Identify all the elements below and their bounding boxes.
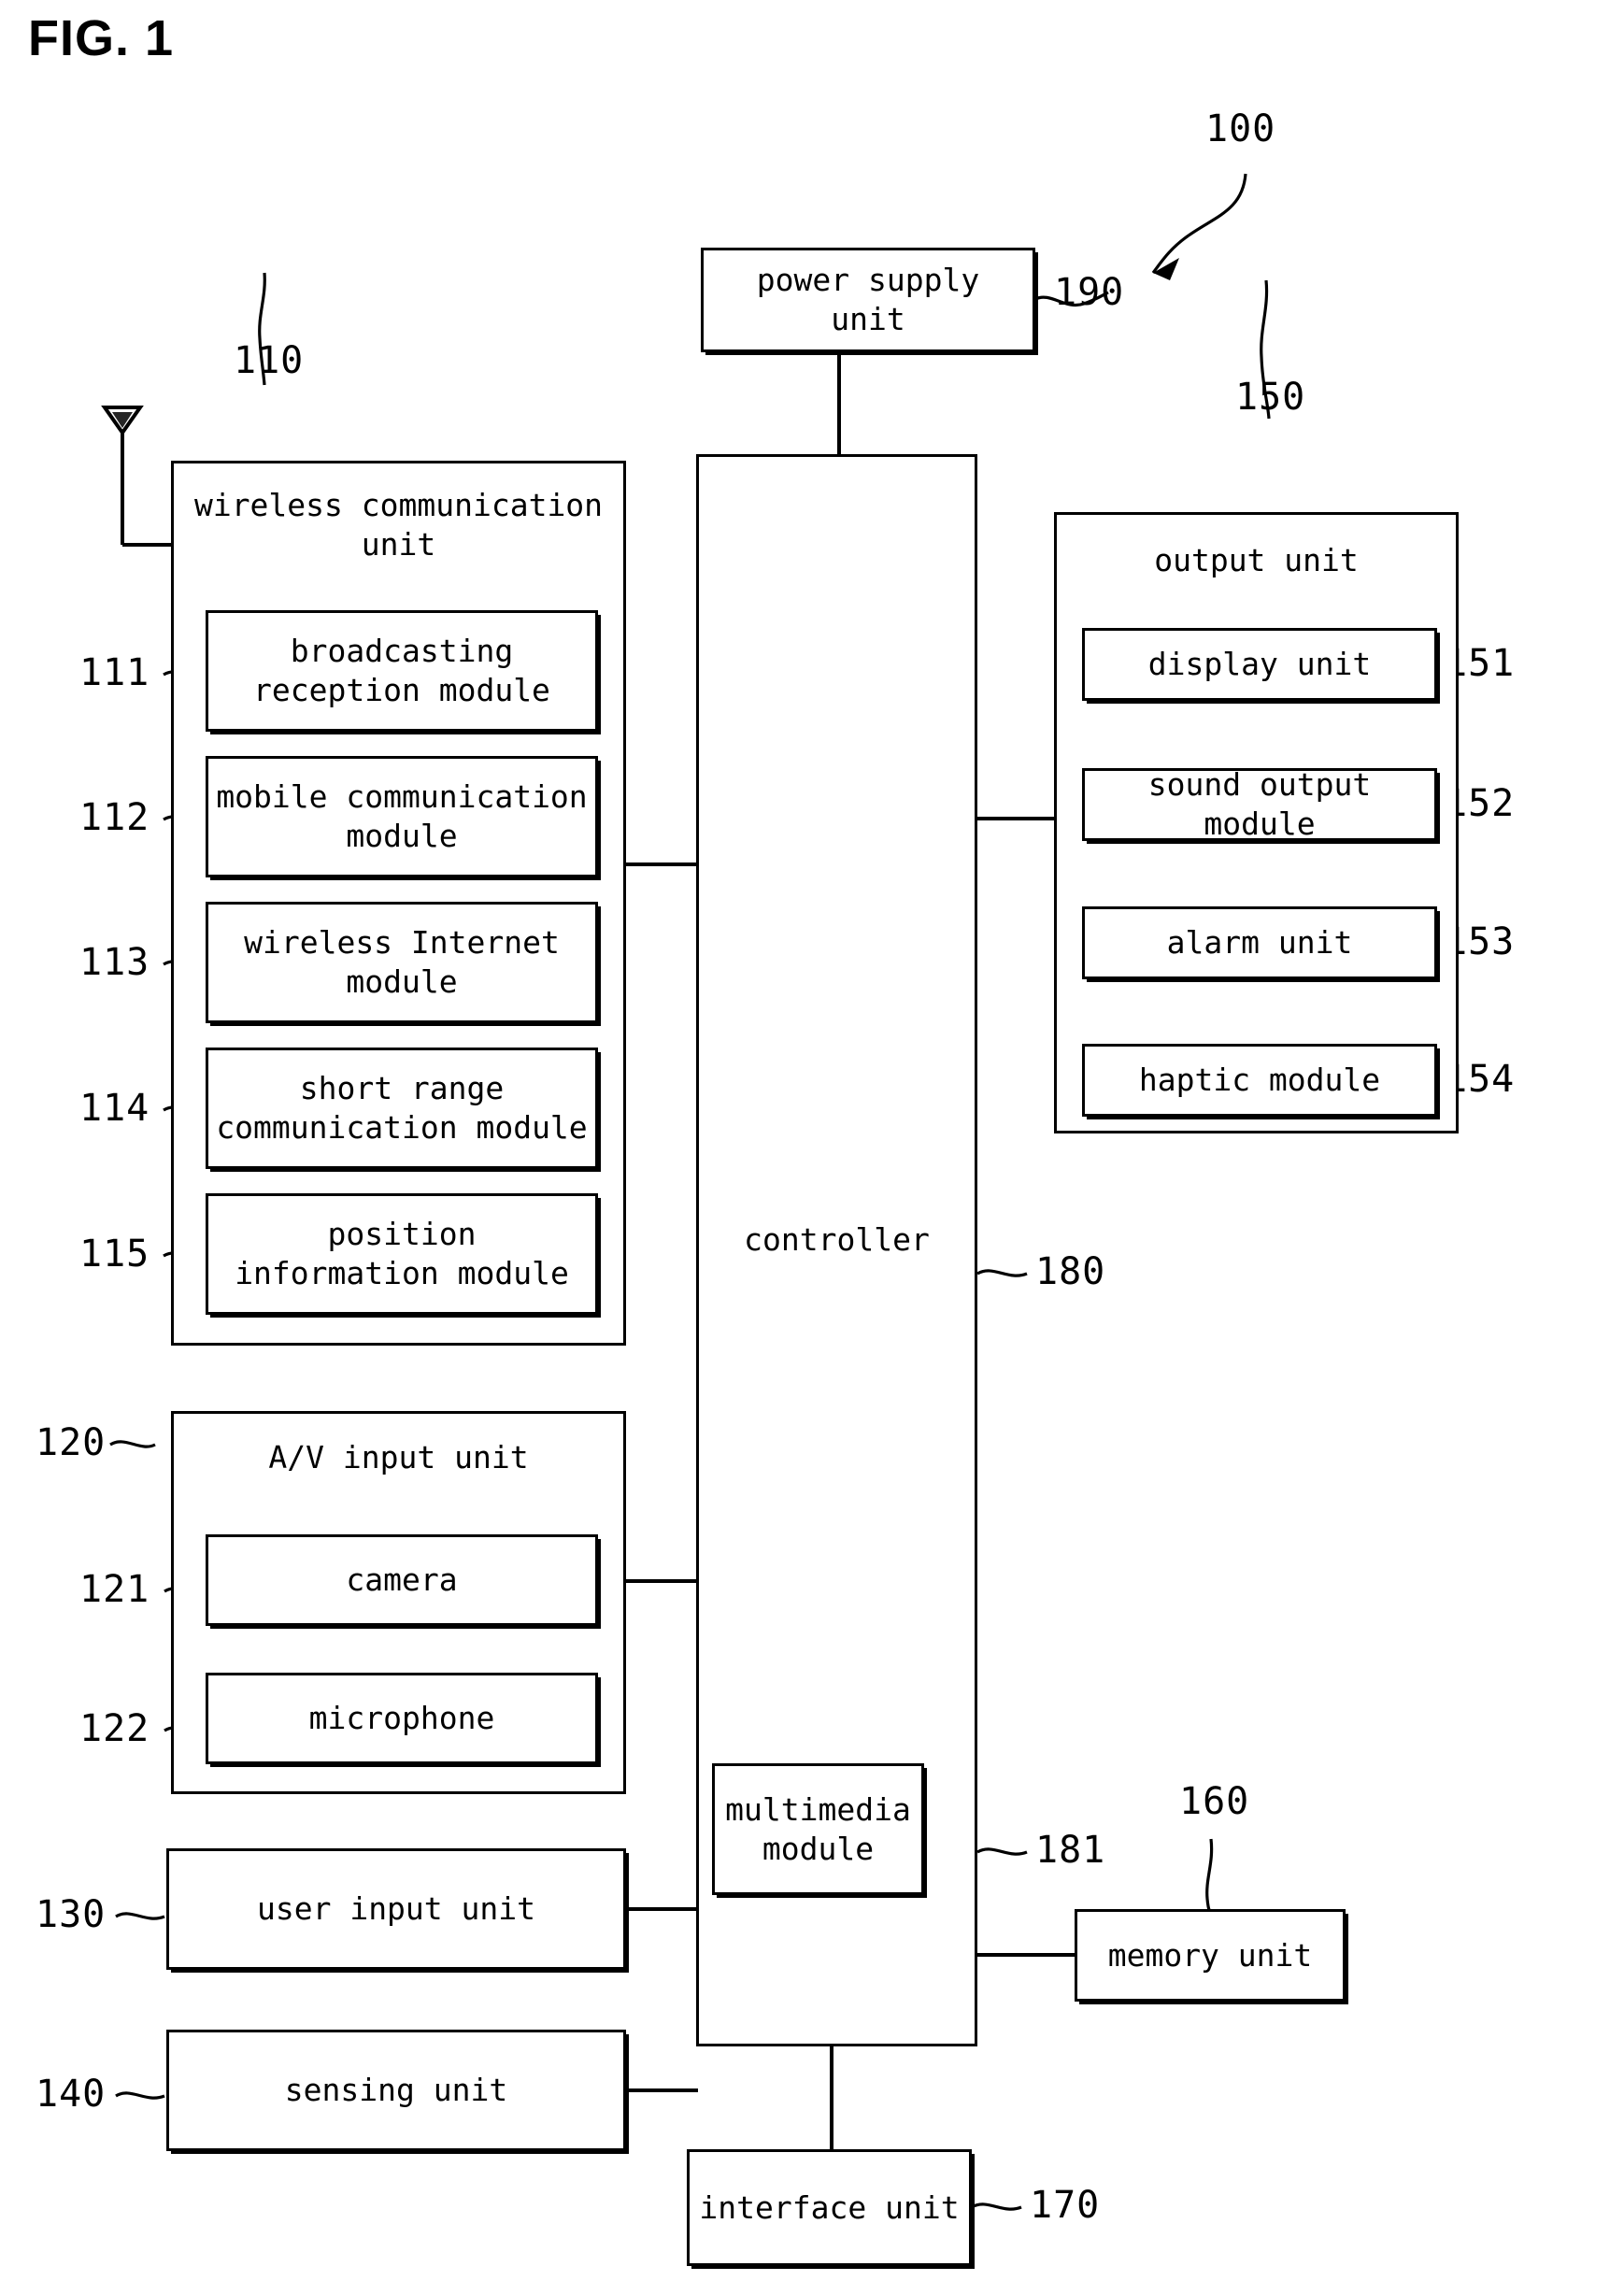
interface-unit-label: interface unit <box>699 2188 960 2226</box>
mobile-communication-module-block[interactable]: mobile communication module <box>206 756 598 877</box>
haptic-module-block[interactable]: haptic module <box>1082 1044 1437 1117</box>
position-information-module-label: position information module <box>235 1216 569 1291</box>
ref-115: 115 <box>79 1233 150 1276</box>
memory-unit-label: memory unit <box>1107 1936 1313 1974</box>
multimedia-module-label: multimedia module <box>725 1790 911 1867</box>
ref-121: 121 <box>79 1568 150 1611</box>
broadcasting-reception-module-label: broadcasting reception module <box>253 633 550 708</box>
display-unit-label: display unit <box>1147 646 1372 682</box>
user-input-unit-block[interactable]: user input unit <box>166 1848 626 1970</box>
mobile-communication-module-label: mobile communication module <box>216 778 588 854</box>
ref-181: 181 <box>1035 1829 1106 1872</box>
display-unit-block[interactable]: display unit <box>1082 628 1437 701</box>
user-input-unit-label: user input unit <box>256 1890 535 1927</box>
ref-120: 120 <box>36 1421 107 1464</box>
sound-output-module-block[interactable]: sound output module <box>1082 766 1437 842</box>
ref-160: 160 <box>1179 1780 1250 1823</box>
ref-170: 170 <box>1030 2184 1101 2227</box>
ref-150: 150 <box>1235 376 1306 419</box>
output-unit-label: output unit <box>1154 542 1359 578</box>
alarm-unit-block[interactable]: alarm unit <box>1082 906 1437 979</box>
ref-122: 122 <box>79 1707 150 1750</box>
broadcasting-reception-module-block[interactable]: broadcasting reception module <box>206 610 598 732</box>
figure-title: FIG. 1 <box>28 10 175 66</box>
microphone-label: microphone <box>308 1700 495 1736</box>
ref-113: 113 <box>79 941 150 984</box>
short-range-communication-module-label: short range communication module <box>216 1070 588 1146</box>
power-supply-unit-block[interactable]: power supply unit <box>701 248 1035 352</box>
ref-114: 114 <box>79 1087 150 1130</box>
power-supply-unit-label: power supply unit <box>756 262 980 337</box>
short-range-communication-module-block[interactable]: short range communication module <box>206 1048 598 1169</box>
microphone-block[interactable]: microphone <box>206 1673 598 1764</box>
wireless-communication-unit-label: wireless communication unit <box>193 487 604 563</box>
multimedia-module-block[interactable]: multimedia module <box>712 1763 924 1895</box>
ref-180: 180 <box>1035 1250 1106 1293</box>
ref-100: 100 <box>1205 107 1276 150</box>
alarm-unit-label: alarm unit <box>1166 924 1353 961</box>
ref-111: 111 <box>79 651 150 694</box>
ref-130: 130 <box>36 1893 107 1936</box>
ref-190: 190 <box>1054 271 1125 314</box>
position-information-module-block[interactable]: position information module <box>206 1193 598 1315</box>
ref-110: 110 <box>234 339 305 382</box>
wireless-internet-module-block[interactable]: wireless Internet module <box>206 902 598 1023</box>
sensing-unit-block[interactable]: sensing unit <box>166 2030 626 2151</box>
sound-output-module-label: sound output module <box>1147 766 1372 842</box>
ref-112: 112 <box>79 796 150 839</box>
haptic-module-label: haptic module <box>1138 1062 1381 1098</box>
interface-unit-block[interactable]: interface unit <box>687 2149 972 2266</box>
sensing-unit-label: sensing unit <box>284 2072 508 2108</box>
memory-unit-block[interactable]: memory unit <box>1075 1909 1346 2002</box>
antenna-icon <box>101 406 144 436</box>
ref-140: 140 <box>36 2073 107 2116</box>
figure-1-block-diagram: FIG. 1 100 190 110 150 111 112 113 114 1… <box>0 0 1624 2295</box>
camera-label: camera <box>346 1561 458 1598</box>
wireless-internet-module-label: wireless Internet module <box>244 924 560 1000</box>
camera-block[interactable]: camera <box>206 1534 598 1626</box>
controller-label: controller <box>744 1221 930 1258</box>
av-input-unit-label: A/V input unit <box>268 1439 529 1475</box>
